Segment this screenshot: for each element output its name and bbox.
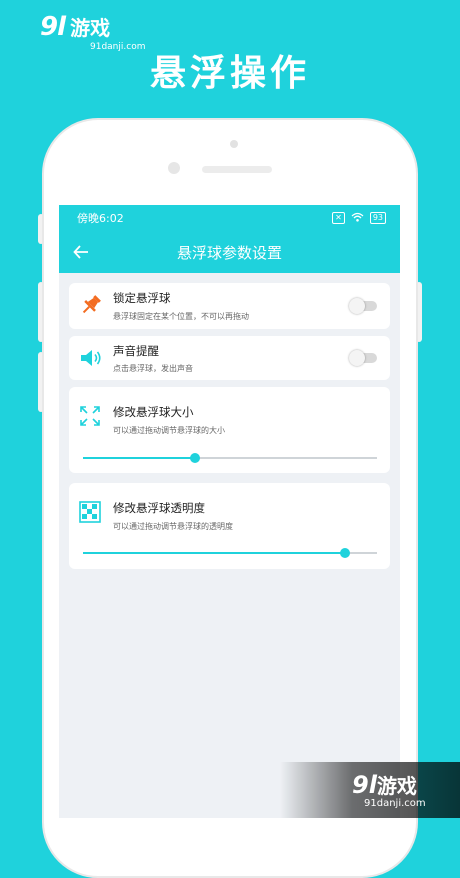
setting-sound-desc: 点击悬浮球，发出声音: [113, 364, 193, 373]
watermark-bottom-logo: 9l游戏: [352, 770, 417, 799]
hero-title: 悬浮操作: [149, 53, 310, 94]
battery-level: 93: [372, 213, 383, 222]
phone-camera: [168, 162, 180, 174]
watermark-bottom-site: 91danji.com: [364, 798, 426, 809]
lock-toggle-knob: [349, 298, 365, 314]
phone-sensor: [230, 140, 238, 148]
status-bar: 傍晚6:02 ✕ 93: [59, 205, 400, 231]
watermark-bottom-name: 游戏: [376, 774, 417, 798]
setting-lock[interactable]: 锁定悬浮球 悬浮球固定在某个位置，不可以再拖动: [69, 283, 390, 329]
checker-icon: [79, 501, 103, 525]
setting-opacity-title: 修改悬浮球透明度: [113, 501, 205, 515]
watermark-logo: 9l: [40, 12, 66, 42]
setting-lock-desc: 悬浮球固定在某个位置，不可以再拖动: [113, 312, 249, 321]
size-slider[interactable]: [83, 453, 377, 463]
size-slider-thumb[interactable]: [189, 453, 200, 463]
app-bar-title: 悬浮球参数设置: [176, 243, 282, 262]
setting-opacity-desc: 可以通过拖动调节悬浮球的透明度: [113, 522, 233, 531]
expand-icon: [79, 405, 103, 429]
setting-lock-title: 锁定悬浮球: [113, 291, 171, 305]
setting-size-title: 修改悬浮球大小: [113, 405, 194, 419]
pin-icon: [79, 293, 103, 317]
close-icon: ✕: [332, 212, 345, 224]
status-time: 傍晚6:02: [77, 212, 124, 225]
setting-size-desc: 可以通过拖动调节悬浮球的大小: [113, 426, 225, 435]
lock-toggle[interactable]: [349, 298, 377, 314]
setting-sound-title: 声音提醒: [113, 344, 159, 358]
opacity-slider[interactable]: [83, 548, 377, 558]
setting-size: 修改悬浮球大小 可以通过拖动调节悬浮球的大小: [69, 387, 390, 473]
back-arrow-icon[interactable]: [73, 240, 89, 264]
sound-toggle-knob: [349, 350, 365, 366]
sound-toggle[interactable]: [349, 350, 377, 366]
watermark-top: 9l 游戏 91danji.com: [40, 12, 145, 52]
phone-speaker: [202, 166, 272, 173]
size-slider-fill: [83, 457, 195, 459]
setting-sound[interactable]: 声音提醒 点击悬浮球，发出声音: [69, 336, 390, 380]
setting-opacity: 修改悬浮球透明度 可以通过拖动调节悬浮球的透明度: [69, 483, 390, 569]
watermark-bottom: 9l游戏 91danji.com: [280, 762, 460, 818]
watermark-name: 游戏: [70, 16, 111, 40]
opacity-slider-fill: [83, 552, 345, 554]
watermark-bottom-logo-text: 9l: [352, 771, 377, 799]
battery-icon: 93: [369, 212, 386, 224]
phone-screen: 傍晚6:02 ✕ 93 悬浮球参数设置 锁定悬浮球 悬浮球固定在某个位置，不可以…: [59, 205, 400, 818]
speaker-icon: [79, 346, 103, 370]
wifi-icon: [351, 212, 364, 225]
app-bar: 悬浮球参数设置: [59, 231, 400, 273]
opacity-slider-thumb[interactable]: [339, 548, 350, 558]
